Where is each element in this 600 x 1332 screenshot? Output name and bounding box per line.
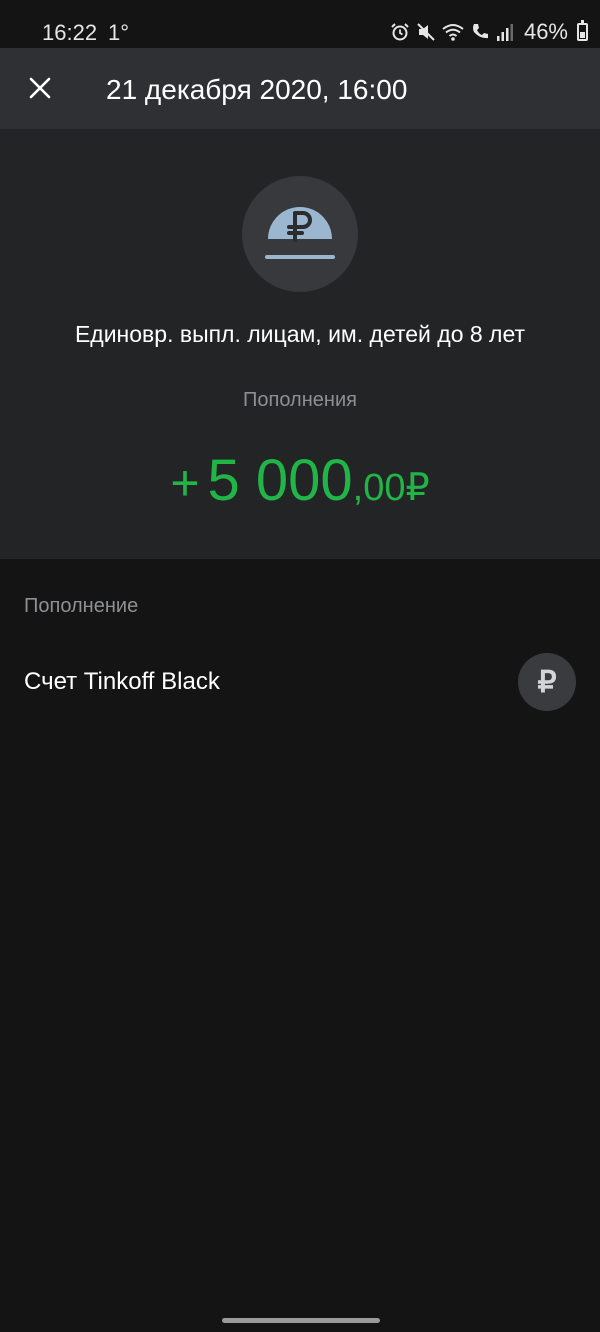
transaction-category: Пополнения bbox=[243, 389, 357, 411]
status-bar: 16:22 1° 46% bbox=[0, 0, 600, 48]
page-title: 21 декабря 2020, 16:00 bbox=[106, 74, 408, 105]
amount-fraction: ,00 bbox=[352, 467, 406, 509]
battery-percentage: 46% bbox=[523, 19, 568, 44]
amount-sign: + bbox=[170, 455, 200, 511]
amount-integer: 5 000 bbox=[207, 448, 353, 513]
mute-icon bbox=[417, 23, 435, 41]
transaction-summary: Единовр. выпл. лицам, им. детей до 8 лет… bbox=[0, 129, 600, 559]
status-time: 16:22 bbox=[42, 20, 98, 45]
signal-icon bbox=[496, 24, 513, 41]
status-temperature: 1° bbox=[108, 20, 130, 45]
top-bar: 21 декабря 2020, 16:00 bbox=[0, 48, 600, 129]
close-icon bbox=[29, 77, 51, 99]
status-icons: 46% bbox=[390, 19, 588, 45]
close-button[interactable] bbox=[20, 68, 60, 108]
account-row[interactable]: Счет Tinkoff Black ₽ bbox=[0, 640, 600, 724]
alarm-icon bbox=[391, 23, 409, 41]
account-name: Счет Tinkoff Black bbox=[24, 668, 220, 695]
section-label: Пополнение bbox=[24, 595, 139, 617]
transaction-description: Единовр. выпл. лицам, им. детей до 8 лет bbox=[74, 321, 526, 347]
home-indicator[interactable] bbox=[222, 1318, 380, 1323]
wifi-call-icon bbox=[472, 24, 488, 39]
transaction-amount: +5 000,00₽ bbox=[0, 447, 600, 514]
amount-currency: ₽ bbox=[405, 467, 430, 509]
ruble-coin-icon bbox=[242, 176, 358, 292]
wifi-icon bbox=[442, 24, 464, 41]
ruble-icon: ₽ bbox=[518, 653, 576, 711]
battery-icon bbox=[577, 20, 588, 41]
